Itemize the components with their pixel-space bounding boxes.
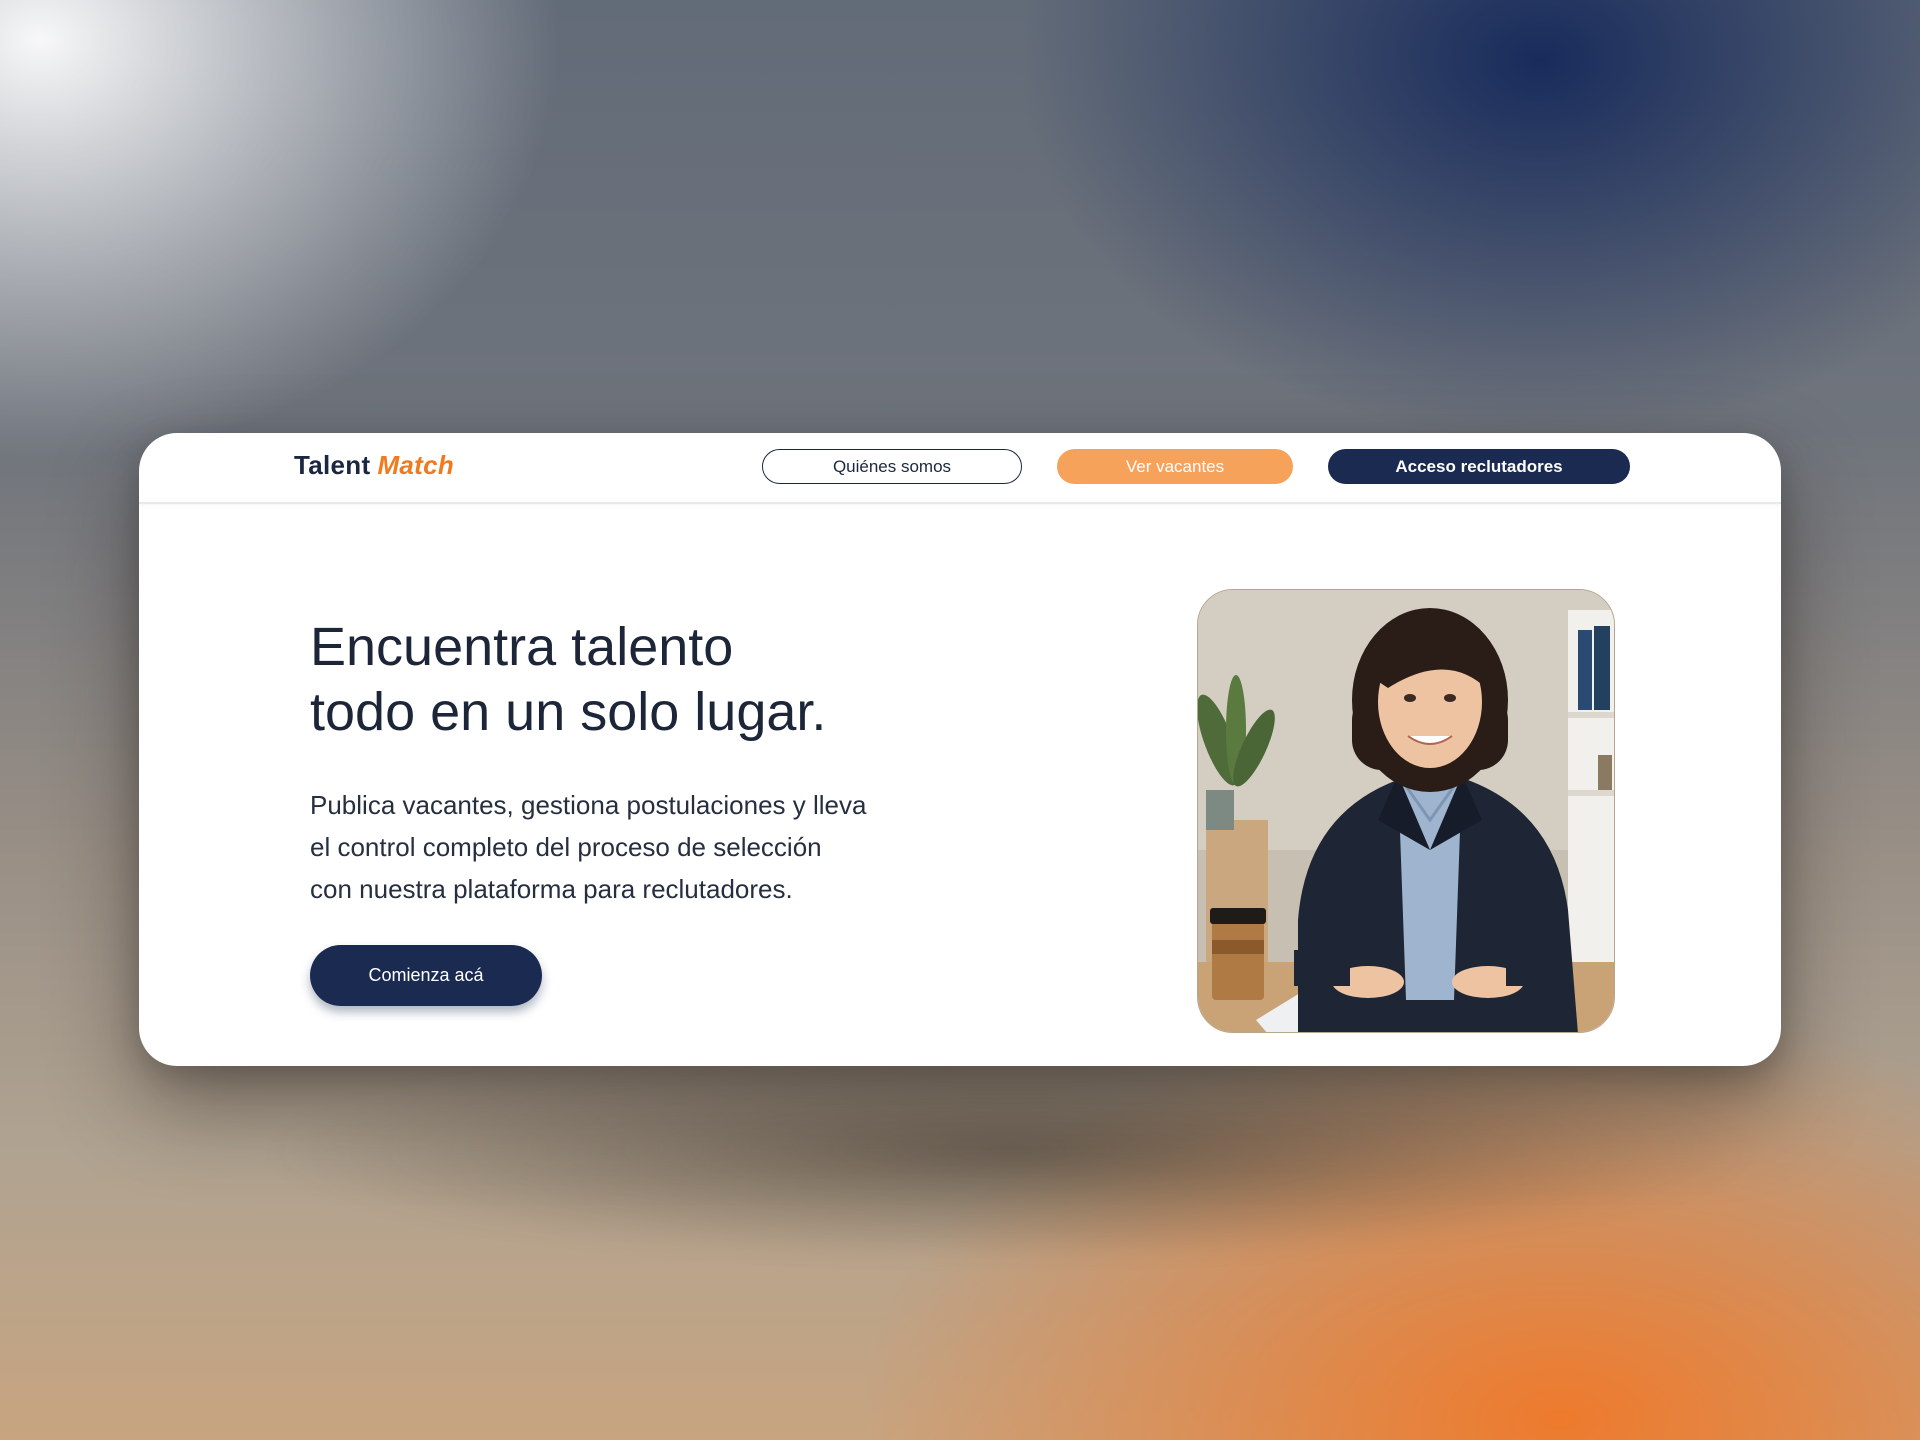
background-shadow — [260, 1040, 1760, 1260]
brand-word-talent: Talent — [294, 450, 371, 480]
hero-title-line: todo en un solo lugar. — [310, 682, 827, 742]
landing-card: Talent Match Quiénes somos Ver vacantes A… — [139, 433, 1781, 1066]
brand-word-match: Match — [377, 450, 455, 480]
hero-description-line: con nuestra plataforma para reclutadores… — [310, 874, 793, 904]
hero-title-line: Encuentra talento — [310, 617, 734, 677]
recruiter-photo — [1197, 589, 1615, 1033]
hero-description: Publica vacantes, gestiona postulaciones… — [310, 784, 1010, 910]
hero-description-line: Publica vacantes, gestiona postulaciones… — [310, 790, 867, 820]
hero-title: Encuentra talento todo en un solo lugar. — [310, 615, 826, 745]
recruiter-access-button[interactable]: Acceso reclutadores — [1328, 449, 1630, 484]
brand-logo[interactable]: Talent Match — [294, 450, 454, 481]
view-jobs-button[interactable]: Ver vacantes — [1057, 449, 1293, 484]
about-us-button[interactable]: Quiénes somos — [762, 449, 1022, 484]
hero-description-line: el control completo del proceso de selec… — [310, 832, 822, 862]
start-here-button[interactable]: Comienza acá — [310, 945, 542, 1006]
top-navbar: Talent Match Quiénes somos Ver vacantes A… — [139, 433, 1781, 504]
